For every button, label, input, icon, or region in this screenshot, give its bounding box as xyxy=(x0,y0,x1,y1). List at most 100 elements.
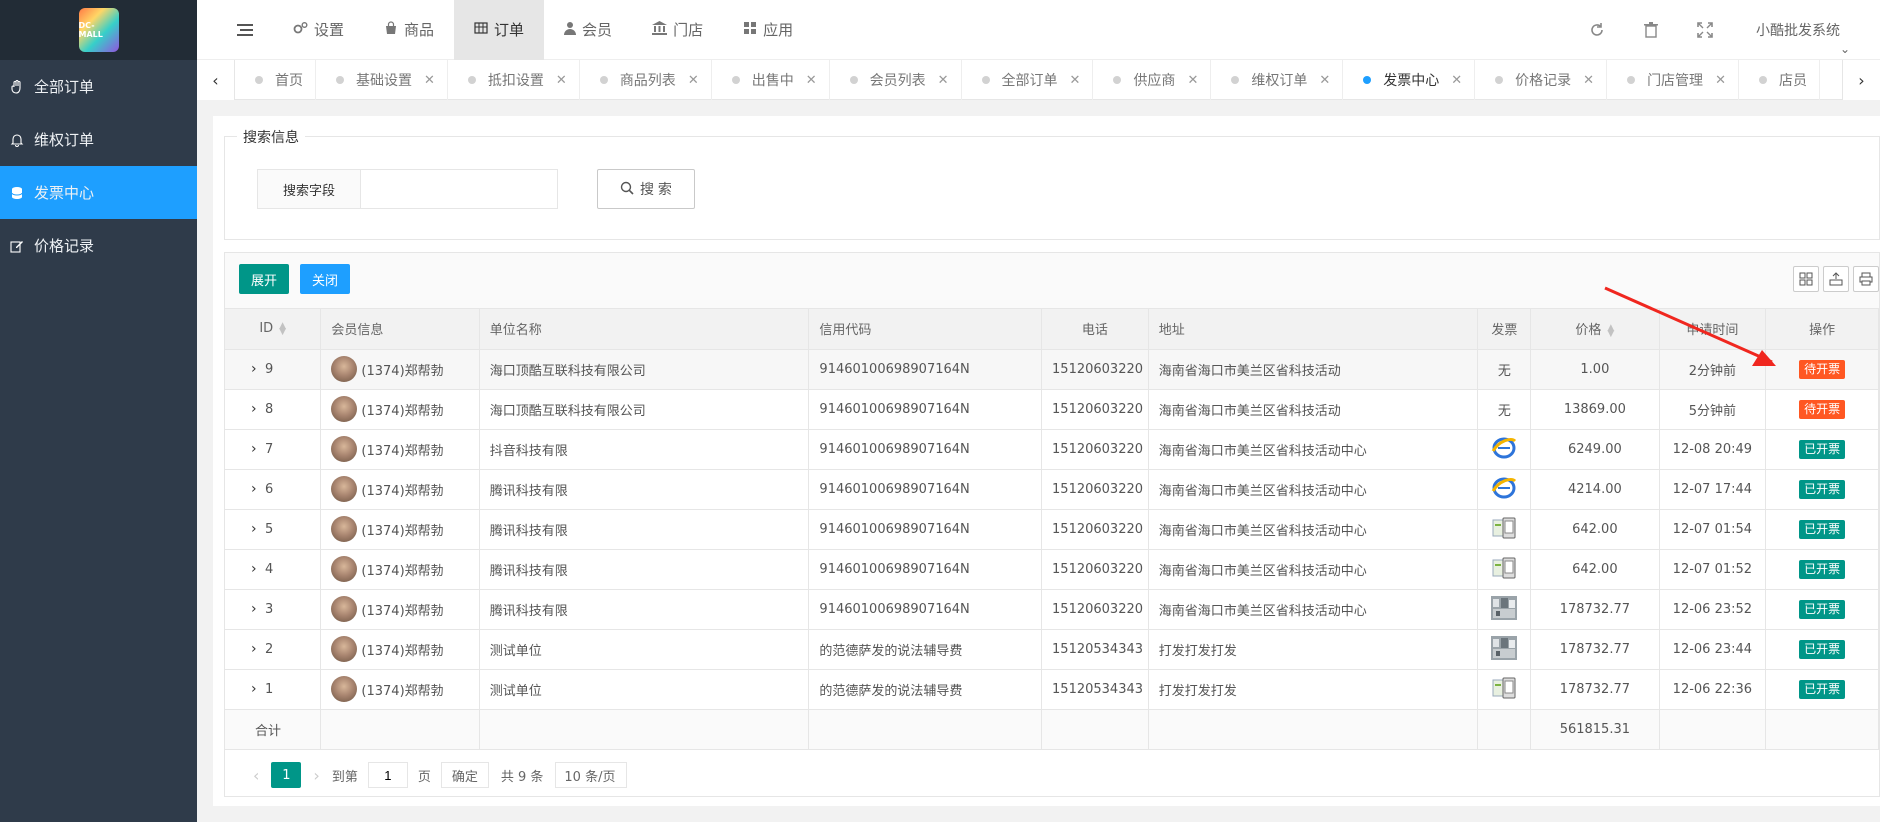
table-row[interactable]: › 3 (1374)郑帮勃 腾讯科技有限 91460100698907164N 15120… xyxy=(225,589,1879,630)
col-id[interactable]: ID ▲ ▼ xyxy=(225,309,322,350)
sidebar-item-3[interactable]: 价格记录 xyxy=(0,219,197,272)
close-icon[interactable]: ✕ xyxy=(1070,73,1081,88)
expand-row-icon[interactable]: › xyxy=(235,441,265,457)
close-icon[interactable]: ✕ xyxy=(1319,73,1330,88)
search-button[interactable]: 搜 索 xyxy=(597,169,695,209)
fullscreen-icon[interactable] xyxy=(1678,0,1732,60)
tab-7[interactable]: 供应商 ✕ xyxy=(1093,60,1212,100)
tab-2[interactable]: 抵扣设置 ✕ xyxy=(448,60,580,100)
invoice-thumbnail[interactable] xyxy=(1489,514,1519,542)
tab-4[interactable]: 出售中 ✕ xyxy=(712,60,830,100)
sort-icon[interactable]: ▲ ▼ xyxy=(279,321,286,336)
invoice-thumbnail[interactable] xyxy=(1489,594,1519,622)
credit-code: 91460100698907164N xyxy=(808,389,1043,430)
status-badge[interactable]: 已开票 xyxy=(1799,439,1846,459)
expand-row-icon[interactable]: › xyxy=(235,361,265,377)
system-name[interactable]: 小酷批发系统 xyxy=(1756,20,1840,40)
table-row[interactable]: › 5 (1374)郑帮勃 腾讯科技有限 91460100698907164N 15120… xyxy=(225,509,1879,550)
tab-9[interactable]: 发票中心 ✕ xyxy=(1343,60,1476,100)
status-badge[interactable]: 已开票 xyxy=(1799,599,1846,619)
current-page[interactable]: 1 xyxy=(271,762,302,788)
brand-logo[interactable]: DC-MALL xyxy=(78,8,119,52)
tab-3[interactable]: 商品列表 ✕ xyxy=(580,60,712,100)
expand-row-icon[interactable]: › xyxy=(235,561,265,577)
topnav-item-4[interactable]: 门店 xyxy=(632,0,723,60)
table-row[interactable]: › 2 (1374)郑帮勃 测试单位 的范德萨发的说法辅导费 15120534343 打发打… xyxy=(225,629,1879,670)
avatar xyxy=(331,676,358,702)
sidebar-item-0[interactable]: 全部订单 xyxy=(0,60,197,113)
topnav-item-1[interactable]: 商品 xyxy=(364,0,454,60)
expand-button[interactable]: 展开 xyxy=(239,264,290,294)
search-input[interactable] xyxy=(360,169,558,209)
tab-5[interactable]: 会员列表 ✕ xyxy=(830,60,962,100)
topnav-item-2[interactable]: 订单 xyxy=(454,0,545,60)
sort-icon[interactable]: ▲ ▼ xyxy=(1607,323,1614,338)
close-icon[interactable]: ✕ xyxy=(688,73,699,88)
col-credit-code: 信用代码 xyxy=(808,309,1043,350)
status-badge[interactable]: 已开票 xyxy=(1799,559,1846,579)
invoice-thumbnail[interactable] xyxy=(1489,634,1519,662)
trash-icon[interactable] xyxy=(1624,0,1678,60)
tab-scroll-right-icon[interactable]: › xyxy=(1842,60,1880,100)
sidebar-item-1[interactable]: 维权订单 xyxy=(0,113,197,166)
apply-time: 12-07 01:52 xyxy=(1659,549,1767,590)
sidebar-item-2[interactable]: 发票中心 xyxy=(0,166,197,219)
status-badge[interactable]: 待开票 xyxy=(1799,399,1846,419)
table-row[interactable]: › 4 (1374)郑帮勃 腾讯科技有限 91460100698907164N 15120… xyxy=(225,549,1879,590)
close-icon[interactable]: ✕ xyxy=(1451,73,1462,88)
columns-filter-icon[interactable] xyxy=(1793,266,1819,292)
menu-toggle-icon[interactable] xyxy=(217,0,273,60)
collapse-button[interactable]: 关闭 xyxy=(300,264,351,294)
close-icon[interactable]: ✕ xyxy=(1583,73,1594,88)
close-icon[interactable]: ✕ xyxy=(938,73,949,88)
status-badge[interactable]: 已开票 xyxy=(1799,479,1846,499)
expand-row-icon[interactable]: › xyxy=(235,401,265,417)
tab-6[interactable]: 全部订单 ✕ xyxy=(962,60,1094,100)
invoice-thumbnail[interactable] xyxy=(1489,674,1519,702)
close-icon[interactable]: ✕ xyxy=(556,73,567,88)
expand-row-icon[interactable]: › xyxy=(235,521,265,537)
tab-scroll-left-icon[interactable]: ‹ xyxy=(197,60,235,100)
goto-page-input[interactable] xyxy=(367,762,408,788)
tab-12[interactable]: 店员 xyxy=(1739,60,1820,100)
topnav-item-5[interactable]: 应用 xyxy=(723,0,813,60)
refresh-icon[interactable] xyxy=(1570,0,1624,60)
prev-page-icon[interactable]: ‹ xyxy=(253,766,259,785)
table-row[interactable]: › 1 (1374)郑帮勃 测试单位 的范德萨发的说法辅导费 15120534343 打发打… xyxy=(225,669,1879,710)
row-id: 8 xyxy=(265,401,274,417)
goto-confirm-button[interactable]: 确定 xyxy=(440,762,489,788)
tab-1[interactable]: 基础设置 ✕ xyxy=(316,60,448,100)
next-page-icon[interactable]: › xyxy=(313,766,319,785)
close-icon[interactable]: ✕ xyxy=(806,73,817,88)
invoice-thumbnail[interactable] xyxy=(1489,434,1519,462)
expand-row-icon[interactable]: › xyxy=(235,681,265,697)
status-badge[interactable]: 已开票 xyxy=(1799,679,1846,699)
invoice-thumbnail[interactable] xyxy=(1489,554,1519,582)
expand-row-icon[interactable]: › xyxy=(235,481,265,497)
topnav-item-0[interactable]: 设置 xyxy=(273,0,364,60)
export-icon[interactable] xyxy=(1823,266,1849,292)
table-row[interactable]: › 8 (1374)郑帮勃 海口顶酷互联科技有限公司 91460100698907164… xyxy=(225,389,1879,430)
expand-row-icon[interactable]: › xyxy=(235,641,265,657)
chevron-down-icon[interactable]: ⌄ xyxy=(1840,42,1850,56)
table-row[interactable]: › 9 (1374)郑帮勃 海口顶酷互联科技有限公司 9146010069890716​… xyxy=(225,349,1879,390)
tab-11[interactable]: 门店管理 ✕ xyxy=(1607,60,1739,100)
expand-row-icon[interactable]: › xyxy=(235,601,265,617)
page-size-select[interactable]: 10 条/页 xyxy=(555,762,628,788)
close-icon[interactable]: ✕ xyxy=(1187,73,1198,88)
table-row[interactable]: › 6 (1374)郑帮勃 腾讯科技有限 91460100698907164N 15120… xyxy=(225,469,1879,510)
print-icon[interactable] xyxy=(1853,266,1879,292)
close-icon[interactable]: ✕ xyxy=(424,73,435,88)
close-icon[interactable]: ✕ xyxy=(1715,73,1726,88)
tab-0[interactable]: 首页 xyxy=(235,60,316,100)
col-price[interactable]: 价格 ▲ ▼ xyxy=(1530,309,1660,350)
tab-10[interactable]: 价格记录 ✕ xyxy=(1475,60,1608,100)
topnav-item-3[interactable]: 会员 xyxy=(544,0,632,60)
tab-8[interactable]: 维权订单 ✕ xyxy=(1211,60,1344,100)
invoice-thumbnail[interactable] xyxy=(1489,474,1519,502)
status-badge[interactable]: 已开票 xyxy=(1799,519,1846,539)
tab-label: 基础设置 xyxy=(356,73,412,89)
status-badge[interactable]: 待开票 xyxy=(1799,359,1846,379)
status-badge[interactable]: 已开票 xyxy=(1799,639,1846,659)
table-row[interactable]: › 7 (1374)郑帮勃 抖音科技有限 91460100698907164N 15120… xyxy=(225,429,1879,470)
